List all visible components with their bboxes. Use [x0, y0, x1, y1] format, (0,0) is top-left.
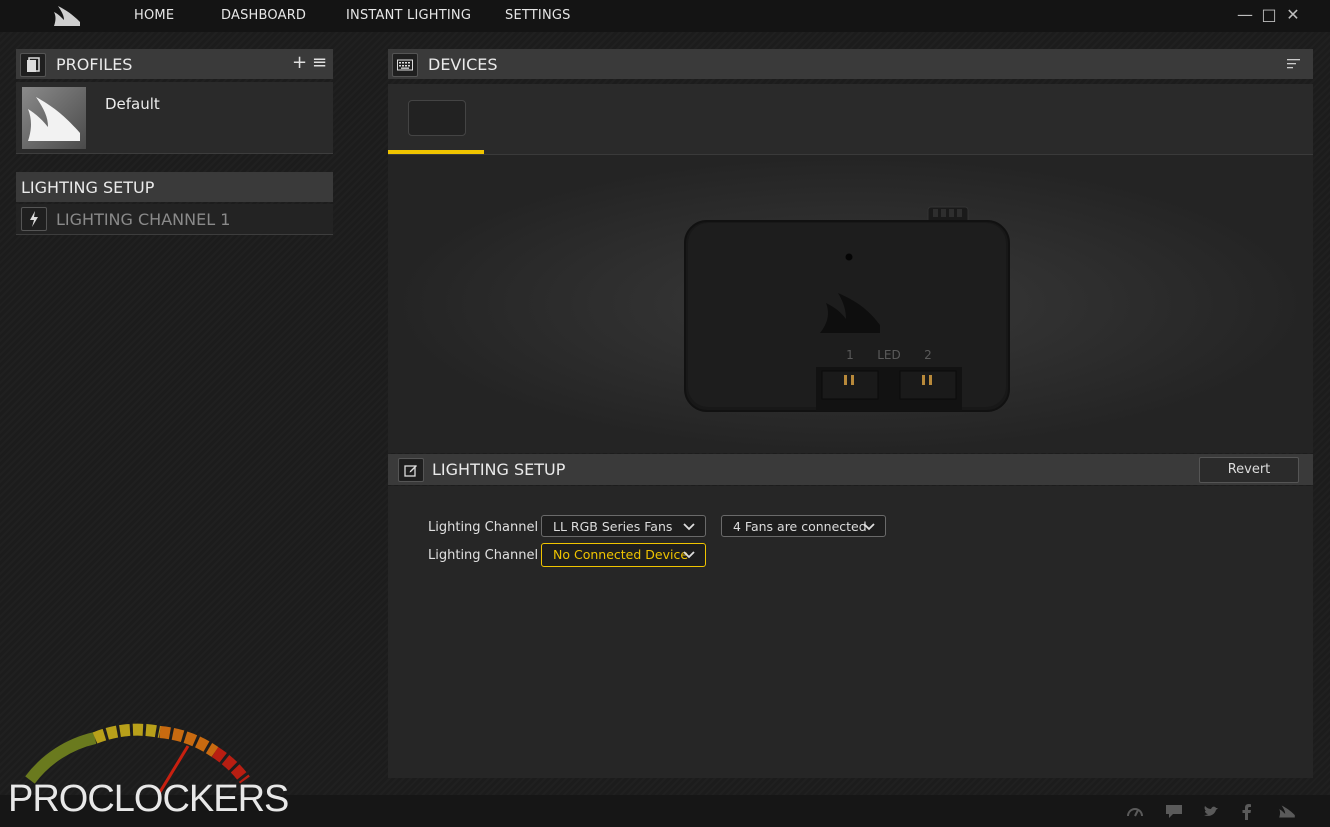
- facebook-icon[interactable]: [1242, 804, 1252, 820]
- speedometer-icon[interactable]: [1126, 803, 1144, 819]
- lighting-setup-title: LIGHTING SETUP: [432, 460, 566, 479]
- revert-button[interactable]: Revert: [1199, 457, 1299, 483]
- corsair-sail-icon: [28, 97, 80, 141]
- devices-header: DEVICES: [388, 49, 1313, 79]
- top-bar: [0, 0, 1330, 32]
- channel-2-device-select[interactable]: No Connected Device: [541, 543, 706, 567]
- channel-2-device-value: No Connected Device: [553, 547, 689, 562]
- minimize-icon[interactable]: —: [1236, 6, 1254, 24]
- port-label-led: LED: [877, 348, 901, 362]
- profiles-title: PROFILES: [56, 55, 133, 74]
- nav-dashboard[interactable]: DASHBOARD: [221, 8, 306, 23]
- profile-list: Default: [16, 82, 333, 154]
- devices-menu-icon[interactable]: [1287, 58, 1301, 70]
- close-icon[interactable]: ✕: [1284, 6, 1302, 24]
- nav-settings[interactable]: SETTINGS: [505, 8, 571, 23]
- selected-device-indicator: [388, 150, 484, 154]
- lighting-node-thumbnail: [408, 100, 466, 136]
- keyboard-icon: [392, 53, 418, 77]
- chat-icon[interactable]: [1165, 804, 1183, 819]
- nav-home[interactable]: HOME: [134, 8, 174, 23]
- corsair-logo-icon: [54, 6, 80, 26]
- lighting-setup-body: Lighting Channel 1 LL RGB Series Fans 4 …: [388, 486, 1313, 778]
- add-profile-icon[interactable]: +: [292, 52, 307, 73]
- chevron-down-icon: [863, 523, 875, 531]
- channel-1-label: Lighting Channel 1: [428, 520, 551, 535]
- corsair-footer-icon[interactable]: [1278, 804, 1296, 819]
- lighting-setup-section-title: LIGHTING SETUP: [21, 178, 155, 197]
- profiles-menu-icon[interactable]: ≡: [312, 52, 327, 73]
- twitter-icon[interactable]: [1203, 805, 1219, 818]
- lighting-setup-header: LIGHTING SETUP Revert: [388, 454, 1313, 485]
- profiles-header: PROFILES + ≡: [16, 49, 333, 79]
- edit-icon: [398, 458, 424, 482]
- sidebar-item-label: LIGHTING CHANNEL 1: [56, 210, 231, 229]
- port-label-1: 1: [846, 348, 854, 362]
- lightning-icon: [21, 207, 47, 231]
- device-tab-lighting-node[interactable]: [388, 84, 484, 154]
- profile-avatar[interactable]: [22, 87, 86, 149]
- sidebar-item-lighting-channel-1[interactable]: LIGHTING CHANNEL 1: [16, 204, 333, 235]
- nav-instant-lighting[interactable]: INSTANT LIGHTING: [346, 8, 471, 23]
- channel-1-count-select[interactable]: 4 Fans are connected: [721, 515, 886, 537]
- profiles-icon: [20, 53, 46, 77]
- lighting-node-image: 1 LED 2: [684, 206, 1010, 412]
- channel-1-device-select[interactable]: LL RGB Series Fans: [541, 515, 706, 537]
- device-preview: 1 LED 2: [388, 155, 1313, 453]
- lighting-setup-section: LIGHTING SETUP: [16, 172, 333, 202]
- chevron-down-icon: [683, 523, 695, 531]
- channel-1-device-value: LL RGB Series Fans: [553, 519, 673, 534]
- profile-name[interactable]: Default: [105, 95, 160, 113]
- channel-2-label: Lighting Channel 2: [428, 548, 551, 563]
- watermark-text: PROCLOCKERS: [8, 778, 289, 820]
- chevron-down-icon: [683, 551, 695, 559]
- port-label-2: 2: [924, 348, 932, 362]
- channel-1-count-value: 4 Fans are connected: [733, 519, 867, 534]
- device-list: [388, 84, 1313, 155]
- devices-title: DEVICES: [428, 55, 498, 74]
- maximize-icon[interactable]: □: [1260, 6, 1278, 24]
